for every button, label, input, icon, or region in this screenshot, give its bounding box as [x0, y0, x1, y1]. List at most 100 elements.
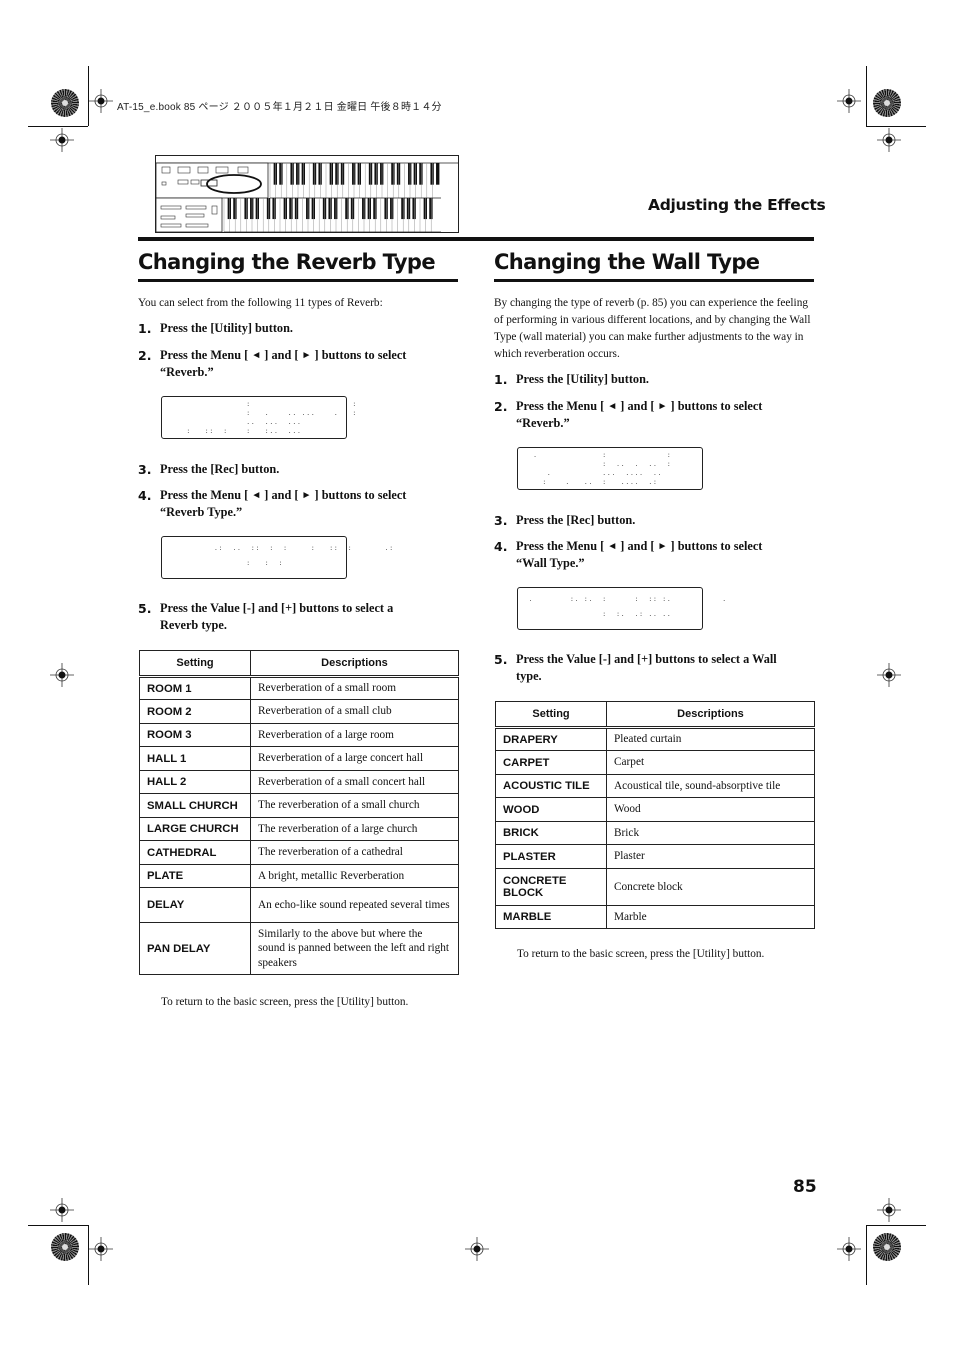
description-cell: A bright, metallic Reverberation: [250, 864, 459, 888]
setting-cell: ACOUSTIC TILE: [495, 774, 607, 798]
setting-cell: DRAPERY: [495, 727, 607, 751]
wall-types-table: Setting Descriptions DRAPERY Pleated curt…: [495, 701, 815, 929]
black-key: [352, 163, 356, 185]
description-cell: Reverberation of a small concert hall: [250, 770, 459, 794]
setting-cell: HALL 1: [139, 746, 251, 771]
step-number: 2.: [494, 399, 508, 414]
step-text-part: ] buttons to select: [314, 348, 407, 362]
description-cell: Carpet: [606, 750, 815, 775]
setting-cell: CARPET: [495, 750, 607, 775]
title-underline: [138, 279, 458, 282]
step-text: Press the [Utility] button.: [160, 321, 293, 335]
table-row: CARPET Carpet: [495, 750, 815, 775]
right-arrow-icon: ►: [301, 490, 312, 501]
description-cell: Marble: [606, 905, 815, 929]
table-row: WOOD Wood: [495, 797, 815, 822]
black-key: [283, 198, 287, 220]
wall-step-1: 1. Press the [Utility] button.: [494, 371, 814, 388]
setting-cell: PLATE: [139, 864, 251, 888]
left-arrow-icon: ◄: [607, 541, 618, 552]
table-header-row: Setting Descriptions: [495, 701, 815, 729]
step-text-part: Press the Menu [: [516, 399, 605, 413]
table-row: PAN DELAY Similarly to the above but wher…: [139, 922, 459, 975]
table-row: ROOM 2 Reverberation of a small club: [139, 699, 459, 724]
wall-intro: By changing the type of reverb (p. 85) y…: [494, 297, 811, 360]
setting-cell: DELAY: [139, 887, 251, 923]
description-cell: Concrete block: [606, 868, 815, 906]
title-underline: [494, 279, 814, 282]
column-header-setting: Setting: [139, 650, 251, 678]
black-key: [391, 163, 395, 185]
registration-crosshair-icon: [50, 128, 74, 152]
description-cell: Reverberation of a large concert hall: [250, 746, 459, 771]
black-key: [384, 198, 388, 220]
table-row: PLASTER Plaster: [495, 844, 815, 869]
registration-crosshair-icon: [465, 1237, 489, 1261]
setting-cell: SMALL CHURCH: [139, 793, 251, 818]
black-key: [290, 163, 294, 185]
table-row: PLATE A bright, metallic Reverberation: [139, 864, 459, 888]
step-text: Press the Value [-] and [+] buttons to s…: [160, 600, 393, 634]
black-key: [335, 163, 339, 185]
crop-line: [866, 1225, 926, 1226]
registration-crosshair-icon: [50, 1198, 74, 1222]
lcd-dot-text: . :. :. : : :: :. . : :. .: .. ..: [528, 596, 727, 618]
table-row: ROOM 1 Reverberation of a small room: [139, 676, 459, 700]
description-cell: The reverberation of a large church: [250, 817, 459, 841]
black-key: [374, 163, 378, 185]
black-key: [413, 163, 417, 185]
setting-cell: PAN DELAY: [139, 922, 251, 975]
step-text: Press the Menu [ ◄ ] and [ ► ] buttons t…: [516, 398, 762, 432]
black-key: [390, 198, 394, 220]
column-header-descriptions: Descriptions: [250, 650, 459, 678]
black-key: [412, 198, 416, 220]
lcd-display-reverb: : : : . .. ... . : .. ... ... : :: : : :…: [161, 396, 358, 439]
registration-crosshair-icon: [89, 89, 113, 113]
registration-crosshair-icon: [50, 663, 74, 687]
lcd-dot-text: : : : . .. ... . : .. ... ... : :: : : :…: [186, 401, 358, 435]
step-text: Press the [Rec] button.: [516, 513, 636, 527]
table-row: LARGE CHURCH The reverberation of a large…: [139, 817, 459, 841]
setting-cell: CONCRETE BLOCK: [495, 868, 607, 906]
crop-line: [28, 126, 88, 127]
step-text-part: Press the Menu [: [160, 348, 249, 362]
description-cell: Reverberation of a small room: [250, 676, 459, 700]
black-key: [289, 198, 293, 220]
step-text: Press the [Rec] button.: [160, 462, 280, 476]
wall-section-title: Changing the Wall Type: [494, 250, 760, 274]
reverb-step-5: 5. Press the Value [-] and [+] buttons t…: [138, 600, 458, 636]
black-key: [345, 198, 349, 220]
step-number: 5.: [138, 601, 152, 616]
black-key: [362, 198, 366, 220]
right-arrow-icon: ►: [657, 401, 668, 412]
step-text-part: “Reverb.”: [160, 365, 214, 379]
black-key: [380, 163, 384, 185]
setting-cell: ROOM 3: [139, 723, 251, 747]
black-key: [430, 163, 434, 185]
crop-line: [866, 126, 926, 127]
step-text: Press the Value [-] and [+] buttons to s…: [516, 651, 777, 685]
reverb-footer-note: To return to the basic screen, press the…: [161, 996, 409, 1008]
description-cell: Reverberation of a small club: [250, 699, 459, 724]
step-number: 5.: [494, 652, 508, 667]
registration-crosshair-icon: [877, 128, 901, 152]
step-number: 2.: [138, 348, 152, 363]
step-text-part: “Reverb Type.”: [160, 505, 243, 519]
step-text-part: Press the Value [-] and [+] buttons to s…: [516, 652, 777, 666]
running-header: Adjusting the Effects: [648, 196, 826, 214]
black-key: [328, 198, 332, 220]
table-row: CATHEDRAL The reverberation of a cathedra…: [139, 840, 459, 865]
black-key: [306, 198, 310, 220]
table-row: BRICK Brick: [495, 821, 815, 845]
wall-step-4: 4. Press the Menu [ ◄ ] and [ ► ] button…: [494, 538, 814, 574]
setting-cell: HALL 2: [139, 770, 251, 794]
lcd-dot-text: .: .. :: : : : :: : .: : : :: [214, 545, 395, 567]
wall-step-2: 2. Press the Menu [ ◄ ] and [ ► ] button…: [494, 398, 814, 434]
table-row: SMALL CHURCH The reverberation of a small…: [139, 793, 459, 818]
table-row: DELAY An echo-like sound repeated several…: [139, 887, 459, 923]
lcd-dot-text: . : : : .. . .. : . ... .... .. : . .. :…: [533, 452, 672, 486]
step-text-part: “Wall Type.”: [516, 556, 585, 570]
crop-line: [866, 66, 867, 126]
black-key: [368, 163, 373, 185]
column-header-descriptions: Descriptions: [606, 701, 815, 729]
